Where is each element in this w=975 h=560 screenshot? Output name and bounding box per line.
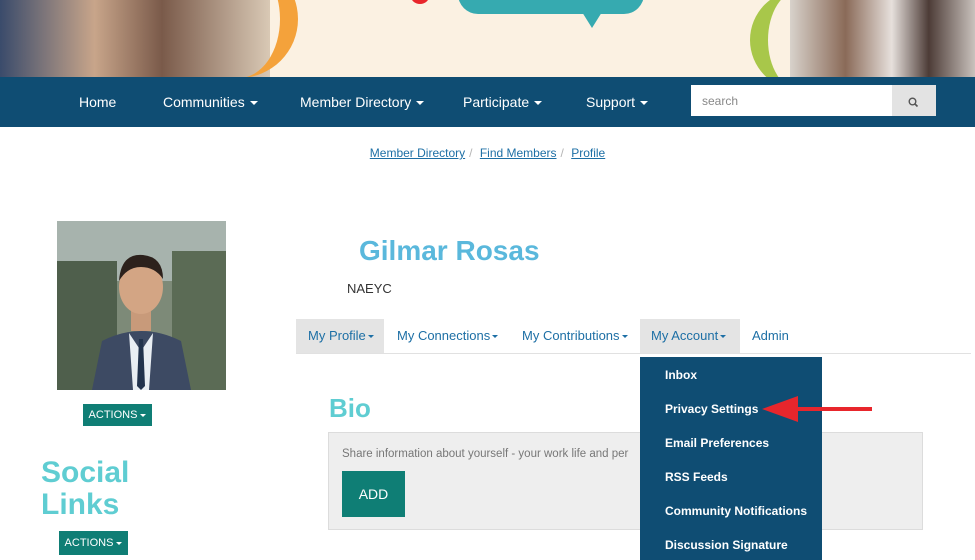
menu-item-rss-feeds[interactable]: RSS Feeds xyxy=(665,470,728,484)
profile-organization: NAEYC xyxy=(347,281,392,296)
banner-speech-bubble xyxy=(458,0,644,14)
tab-my-connections[interactable]: My Connections xyxy=(397,319,499,353)
hero-banner xyxy=(0,0,975,77)
banner-red-accent xyxy=(410,0,430,4)
search-icon xyxy=(908,97,919,108)
caret-down-icon xyxy=(621,335,628,339)
menu-item-community-notifications[interactable]: Community Notifications xyxy=(665,504,807,518)
profile-photo-image xyxy=(57,221,226,390)
nav-support[interactable]: Support xyxy=(586,77,649,127)
caret-down-icon xyxy=(534,101,543,106)
caret-down-icon xyxy=(249,101,258,106)
menu-item-privacy-settings[interactable]: Privacy Settings xyxy=(665,402,758,416)
tab-my-contributions[interactable]: My Contributions xyxy=(522,319,628,353)
social-links-heading: Social Links xyxy=(41,456,130,521)
my-account-dropdown-menu: Inbox Privacy Settings Email Preferences… xyxy=(640,357,822,560)
caret-down-icon xyxy=(140,413,147,417)
caret-down-icon xyxy=(367,335,374,339)
banner-people-right-image xyxy=(790,0,975,77)
nav-communities[interactable]: Communities xyxy=(163,77,258,127)
breadcrumb-separator: / xyxy=(560,146,564,160)
search-button[interactable] xyxy=(892,85,936,116)
search-input[interactable] xyxy=(691,85,892,116)
profile-name: Gilmar Rosas xyxy=(359,235,540,266)
breadcrumb-profile[interactable]: Profile xyxy=(571,146,605,160)
caret-down-icon xyxy=(492,335,499,339)
profile-photo xyxy=(57,221,226,390)
social-actions-button[interactable]: ACTIONS xyxy=(59,531,128,555)
breadcrumb-member-directory[interactable]: Member Directory xyxy=(370,146,465,160)
menu-item-inbox[interactable]: Inbox xyxy=(665,368,697,382)
breadcrumb: Member Directory / Find Members / Profile xyxy=(0,146,975,160)
caret-down-icon xyxy=(416,101,425,106)
tab-my-account[interactable]: My Account xyxy=(640,319,740,353)
caret-down-icon xyxy=(116,541,123,545)
breadcrumb-separator: / xyxy=(469,146,473,160)
menu-item-discussion-signature[interactable]: Discussion Signature xyxy=(665,538,788,552)
breadcrumb-find-members[interactable]: Find Members xyxy=(480,146,557,160)
nav-member-directory[interactable]: Member Directory xyxy=(300,77,425,127)
tab-my-profile[interactable]: My Profile xyxy=(296,319,384,353)
caret-down-icon xyxy=(720,335,727,339)
tabs-divider xyxy=(296,353,971,354)
caret-down-icon xyxy=(640,101,649,106)
bio-heading: Bio xyxy=(329,393,371,423)
tab-admin[interactable]: Admin xyxy=(752,319,789,353)
bio-placeholder-text: Share information about yourself - your … xyxy=(342,448,629,460)
red-arrow-annotation xyxy=(762,396,872,422)
banner-orange-arc xyxy=(220,0,298,77)
banner-speech-bubble-tail xyxy=(582,12,602,28)
nav-home[interactable]: Home xyxy=(79,77,116,127)
bio-panel: Share information about yourself - your … xyxy=(328,432,923,530)
profile-actions-button[interactable]: ACTIONS xyxy=(83,404,152,426)
menu-item-email-preferences[interactable]: Email Preferences xyxy=(665,436,769,450)
nav-participate[interactable]: Participate xyxy=(463,77,543,127)
add-bio-button[interactable]: ADD xyxy=(342,471,405,517)
